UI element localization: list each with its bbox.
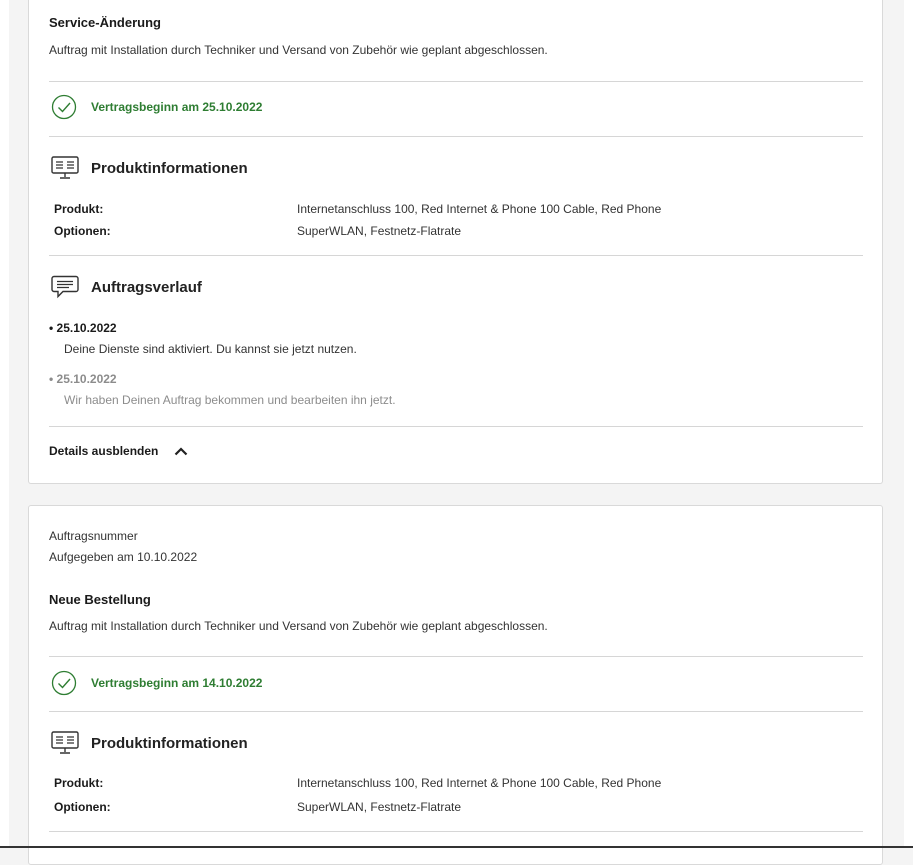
product-value: Internetanschluss 100, Red Internet & Ph…	[297, 776, 662, 790]
monitor-icon	[51, 156, 79, 185]
divider	[49, 426, 863, 427]
details-toggle-label: Details ausblenden	[49, 444, 159, 458]
order-placed-date: Aufgegeben am 10.10.2022	[49, 550, 198, 564]
history-item-date: • 25.10.2022	[49, 372, 117, 386]
order-card: Auftragsnummer Aufgegeben am 10.10.2022 …	[28, 505, 883, 865]
check-circle-icon	[51, 670, 77, 701]
divider	[49, 831, 863, 832]
page-right-margin	[904, 0, 913, 848]
options-value: SuperWLAN, Festnetz-Flatrate	[297, 224, 462, 238]
options-value: SuperWLAN, Festnetz-Flatrate	[297, 800, 462, 814]
order-number-label: Auftragsnummer	[49, 529, 138, 543]
divider	[49, 255, 863, 256]
details-toggle-button[interactable]: Details ausblenden	[49, 444, 188, 458]
check-circle-icon	[51, 94, 77, 125]
order-type-heading: Neue Bestellung	[49, 592, 151, 607]
product-section-title: Produktinformationen	[91, 160, 248, 177]
monitor-icon	[51, 731, 79, 760]
product-label: Produkt:	[54, 202, 104, 216]
chevron-up-icon	[174, 446, 188, 456]
contract-start: Vertragsbeginn am 14.10.2022	[91, 676, 263, 690]
history-item-text: Deine Dienste sind aktiviert. Du kannst …	[64, 342, 357, 356]
history-date: 25.10.2022	[56, 321, 117, 335]
product-value: Internetanschluss 100, Red Internet & Ph…	[297, 202, 662, 216]
options-label: Optionen:	[54, 224, 111, 238]
divider	[49, 81, 863, 82]
divider	[49, 656, 863, 657]
page-left-margin	[0, 0, 9, 848]
order-description: Auftrag mit Installation durch Techniker…	[49, 619, 548, 633]
options-label: Optionen:	[54, 800, 111, 814]
order-description: Auftrag mit Installation durch Techniker…	[49, 43, 548, 57]
order-type-heading: Service-Änderung	[49, 15, 161, 30]
history-title: Auftragsverlauf	[91, 279, 202, 296]
divider	[49, 136, 863, 137]
order-card: Service-Änderung Auftrag mit Installatio…	[28, 0, 883, 484]
contract-start: Vertragsbeginn am 25.10.2022	[91, 100, 263, 114]
chat-bubble-icon	[51, 275, 79, 304]
history-item-text: Wir haben Deinen Auftrag bekommen und be…	[64, 393, 396, 407]
history-item-date: • 25.10.2022	[49, 321, 117, 335]
product-section-title: Produktinformationen	[91, 735, 248, 752]
divider	[49, 711, 863, 712]
history-date: 25.10.2022	[56, 372, 117, 386]
product-label: Produkt:	[54, 776, 104, 790]
